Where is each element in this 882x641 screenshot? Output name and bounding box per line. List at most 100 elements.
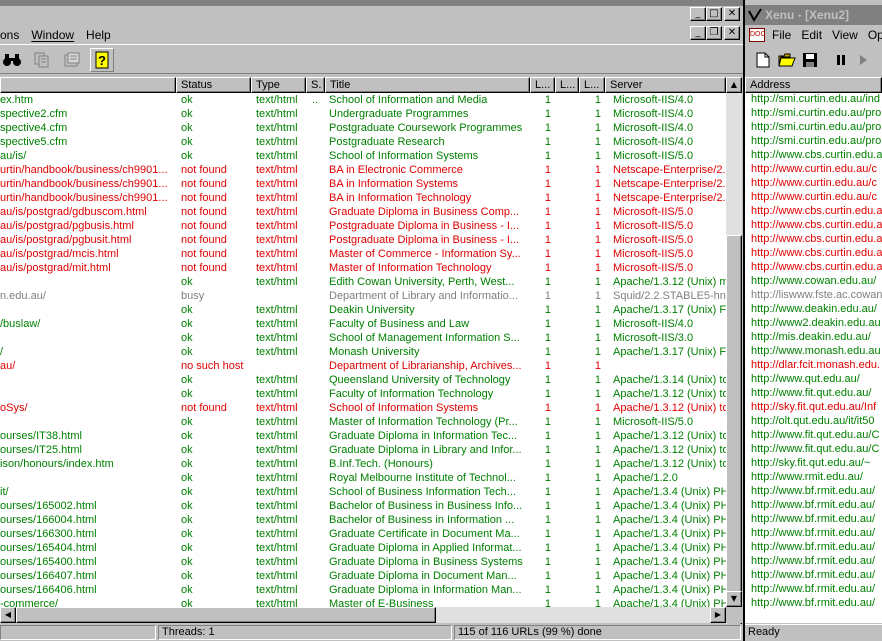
address-row[interactable]: http://www.bf.rmit.edu.au/: [745, 597, 882, 611]
address-row[interactable]: http://www.cbs.curtin.edu.a: [745, 149, 882, 163]
pause-icon[interactable]: [829, 48, 853, 72]
address-row[interactable]: http://www2.deakin.edu.au: [745, 317, 882, 331]
table-row[interactable]: ex.htm ok text/html.. School of Information…: [0, 94, 726, 108]
scroll-down-icon[interactable]: ▼: [726, 591, 742, 607]
address-row[interactable]: http://www.bf.rmit.edu.au/: [745, 583, 882, 597]
address-row[interactable]: http://smi.curtin.edu.au/pro: [745, 121, 882, 135]
table-row[interactable]: ourses/166407.html ok text/html Graduate Di…: [0, 570, 726, 584]
column-header-size[interactable]: S.: [306, 77, 325, 93]
menu-options[interactable]: ons: [0, 28, 25, 42]
child-restore-icon[interactable]: ❐: [706, 26, 722, 40]
column-header-l3[interactable]: L...: [579, 77, 605, 93]
menu-options[interactable]: Opt: [863, 28, 882, 42]
address-row[interactable]: http://www.curtin.edu.au/c: [745, 163, 882, 177]
address-row[interactable]: http://sky.fit.qut.edu.au/~: [745, 457, 882, 471]
address-row[interactable]: http://www.curtin.edu.au/c: [745, 191, 882, 205]
column-header-type[interactable]: Type: [251, 77, 306, 93]
address-row[interactable]: http://smi.curtin.edu.au/pro: [745, 135, 882, 149]
table-row[interactable]: ok text/html Master of Information Technol…: [0, 416, 726, 430]
address-row[interactable]: http://olt.qut.edu.au/it/it50: [745, 415, 882, 429]
table-row[interactable]: au/is/postgrad/pgbusis.html not found text…: [0, 220, 726, 234]
address-row[interactable]: http://www.fit.qut.edu.au/C: [745, 429, 882, 443]
column-header-address[interactable]: Address: [745, 77, 882, 93]
address-row[interactable]: http://www.bf.rmit.edu.au/: [745, 555, 882, 569]
address-row[interactable]: http://smi.curtin.edu.au/ind: [745, 93, 882, 107]
column-header-address[interactable]: [0, 77, 176, 93]
table-row[interactable]: ok text/html School of Management Informat…: [0, 332, 726, 346]
address-row[interactable]: http://www.qut.edu.au/: [745, 373, 882, 387]
table-row[interactable]: ison/honours/index.htm ok text/html B.Inf.T…: [0, 458, 726, 472]
scroll-left-icon[interactable]: ◀: [0, 607, 16, 623]
address-row[interactable]: http://www.cowan.edu.au/: [745, 275, 882, 289]
child-minimize-icon[interactable]: _: [690, 26, 706, 40]
table-row[interactable]: / ok text/html Monash University 1 1 Apache/1.…: [0, 346, 726, 360]
copy-icon[interactable]: [30, 48, 54, 72]
address-row[interactable]: http://www.fit.qut.edu.au/C: [745, 443, 882, 457]
address-row[interactable]: http://liswww.fste.ac.cowan: [745, 289, 882, 303]
address-row[interactable]: http://www.monash.edu.au: [745, 345, 882, 359]
table-row[interactable]: au/is/postgrad/mcis.html not found text/ht…: [0, 248, 726, 262]
table-row[interactable]: /buslaw/ok text/html Faculty of Business a…: [0, 318, 726, 332]
play-icon[interactable]: [851, 48, 875, 72]
menu-file[interactable]: File: [767, 28, 796, 42]
table-row[interactable]: au/is/ok text/html School of Information S…: [0, 150, 726, 164]
vertical-scrollbar[interactable]: ▲ ▼: [726, 77, 742, 641]
help-icon[interactable]: ?: [90, 48, 114, 72]
column-header-title[interactable]: Title: [325, 77, 530, 93]
table-row[interactable]: ourses/165400.html ok text/html Graduate Di…: [0, 556, 726, 570]
child-close-icon[interactable]: ✕: [724, 26, 740, 40]
table-row[interactable]: ourses/165002.html ok text/html Bachelor of…: [0, 500, 726, 514]
table-row[interactable]: n.edu.au/busy Department of Library and I…: [0, 290, 726, 304]
open-folder-icon[interactable]: [775, 48, 799, 72]
address-row[interactable]: http://www.cbs.curtin.edu.a: [745, 219, 882, 233]
scroll-up-icon[interactable]: ▲: [726, 77, 742, 93]
close-icon[interactable]: ✕: [724, 7, 740, 21]
address-row[interactable]: http://sky.fit.qut.edu.au/Inf: [745, 401, 882, 415]
table-row[interactable]: ourses/IT38.html ok text/html Graduate Dipl…: [0, 430, 726, 444]
table-row[interactable]: ok text/html Royal Melbourne Institute of …: [0, 472, 726, 486]
table-row[interactable]: urtin/handbook/business/ch9901... not fou…: [0, 178, 726, 192]
table-row[interactable]: ourses/166004.html ok text/html Bachelor of…: [0, 514, 726, 528]
address-row[interactable]: http://www.curtin.edu.au/c: [745, 177, 882, 191]
scroll-right-icon[interactable]: ▶: [710, 607, 726, 623]
address-row[interactable]: http://dlar.fcit.monash.edu.: [745, 359, 882, 373]
address-row[interactable]: http://www.rmit.edu.au/: [745, 471, 882, 485]
binoculars-icon[interactable]: [0, 48, 24, 72]
address-row[interactable]: http://www.bf.rmit.edu.au/: [745, 485, 882, 499]
table-row[interactable]: au/is/postgrad/mit.html not found text/htm…: [0, 262, 726, 276]
table-row[interactable]: spective4.cfm ok text/html Postgraduate Cou…: [0, 122, 726, 136]
address-row[interactable]: http://www.bf.rmit.edu.au/: [745, 569, 882, 583]
table-row[interactable]: -commerce/ok text/html Master of E-Busines…: [0, 598, 726, 607]
address-row[interactable]: http://www.fit.qut.edu.au/: [745, 387, 882, 401]
table-row[interactable]: urtin/handbook/business/ch9901... not fou…: [0, 164, 726, 178]
menu-view[interactable]: View: [827, 28, 863, 42]
address-row[interactable]: http://www.bf.rmit.edu.au/: [745, 499, 882, 513]
maximize-icon[interactable]: □: [706, 7, 722, 21]
table-row[interactable]: au/is/postgrad/gdbuscom.html not found tex…: [0, 206, 726, 220]
column-header-l1[interactable]: L...: [530, 77, 555, 93]
table-row[interactable]: ok text/html Deakin University 1 1 Apache/1.3…: [0, 304, 726, 318]
table-row[interactable]: au/no such host Department of Librariansh…: [0, 360, 726, 374]
table-row[interactable]: urtin/handbook/business/ch9901... not fou…: [0, 192, 726, 206]
table-row[interactable]: ok text/html Edith Cowan University, Perth…: [0, 276, 726, 290]
table-row[interactable]: ourses/IT25.html ok text/html Graduate Dipl…: [0, 444, 726, 458]
address-row[interactable]: http://www.cbs.curtin.edu.a: [745, 205, 882, 219]
column-header-status[interactable]: Status: [176, 77, 251, 93]
document-icon[interactable]: DOC: [749, 28, 766, 42]
address-row[interactable]: http://mis.deakin.edu.au/: [745, 331, 882, 345]
table-row[interactable]: oSys/not found text/html School of Informa…: [0, 402, 726, 416]
properties-icon[interactable]: [60, 48, 84, 72]
horizontal-scrollbar[interactable]: ◀ ▶: [0, 607, 726, 623]
column-header-server[interactable]: Server: [605, 77, 726, 93]
address-row[interactable]: http://www.cbs.curtin.edu.a: [745, 261, 882, 275]
menu-window[interactable]: Window: [25, 28, 80, 42]
address-row[interactable]: http://www.cbs.curtin.edu.a: [745, 247, 882, 261]
table-row[interactable]: ourses/165404.html ok text/html Graduate Di…: [0, 542, 726, 556]
address-row[interactable]: http://www.cbs.curtin.edu.a: [745, 233, 882, 247]
address-row[interactable]: http://www.bf.rmit.edu.au/: [745, 541, 882, 555]
hscroll-thumb[interactable]: [16, 607, 436, 623]
table-row[interactable]: ourses/166300.html ok text/html Graduate Ce…: [0, 528, 726, 542]
table-row[interactable]: it/ok text/html School of Business Informa…: [0, 486, 726, 500]
table-row[interactable]: ok text/html Faculty of Information Techno…: [0, 388, 726, 402]
column-header-l2[interactable]: L...: [555, 77, 579, 93]
